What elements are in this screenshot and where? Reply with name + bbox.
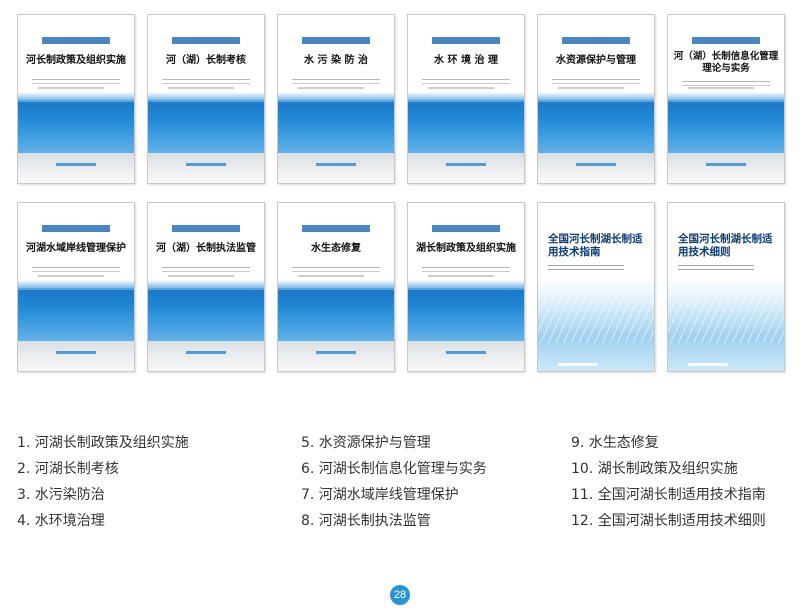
book-cover-title: 水生态修复	[311, 243, 361, 254]
cover-row-2: 河湖水域岸线管理保护 河（湖）长制执法监管 水生态修复 湖长制政策及组织实施 全…	[17, 202, 787, 372]
book-cover-title: 全国河长制湖长制适用技术指南	[548, 233, 643, 258]
book-cover-8: 河（湖）长制执法监管	[147, 202, 265, 372]
list-item: 2. 河湖长制考核	[17, 461, 119, 477]
book-cover-3: 水 污 染 防 治	[277, 14, 395, 184]
list-item: 1. 河湖长制政策及组织实施	[17, 435, 189, 451]
book-cover-12: 全国河长制湖长制适用技术细则	[667, 202, 785, 372]
book-cover-2: 河（湖）长制考核	[147, 14, 265, 184]
list-item: 11. 全国河湖长制适用技术指南	[571, 487, 766, 503]
book-cover-5: 水资源保护与管理	[537, 14, 655, 184]
list-item: 10. 湖长制政策及组织实施	[571, 461, 738, 477]
list-item: 3. 水污染防治	[17, 487, 105, 503]
book-cover-9: 水生态修复	[277, 202, 395, 372]
book-cover-4: 水 环 境 治 理	[407, 14, 525, 184]
cover-row-1: 河长制政策及组织实施 河（湖）长制考核 水 污 染 防 治 水 环 境 治 理 …	[17, 14, 787, 184]
book-cover-title: 河湖水域岸线管理保护	[26, 243, 126, 254]
book-cover-title: 水 污 染 防 治	[304, 55, 368, 66]
list-item: 5. 水资源保护与管理	[301, 435, 431, 451]
book-cover-title: 河（湖）长制信息化管理理论与实务	[673, 51, 779, 74]
list-item: 6. 河湖长制信息化管理与实务	[301, 461, 487, 477]
book-cover-grid: 河长制政策及组织实施 河（湖）长制考核 水 污 染 防 治 水 环 境 治 理 …	[17, 14, 787, 390]
book-cover-title: 河长制政策及组织实施	[26, 55, 126, 66]
book-cover-1: 河长制政策及组织实施	[17, 14, 135, 184]
book-cover-title: 水 环 境 治 理	[434, 55, 498, 66]
book-cover-6: 河（湖）长制信息化管理理论与实务	[667, 14, 785, 184]
book-cover-title: 湖长制政策及组织实施	[416, 243, 516, 254]
book-cover-title: 河（湖）长制考核	[166, 55, 246, 66]
book-cover-10: 湖长制政策及组织实施	[407, 202, 525, 372]
book-cover-11: 全国河长制湖长制适用技术指南	[537, 202, 655, 372]
book-title-list: 1. 河湖长制政策及组织实施 5. 水资源保护与管理 9. 水生态修复 2. 河…	[17, 433, 787, 531]
book-cover-title: 河（湖）长制执法监管	[156, 243, 256, 254]
page-number: 28	[390, 585, 410, 605]
list-item: 9. 水生态修复	[571, 435, 659, 451]
book-cover-title: 水资源保护与管理	[556, 55, 636, 66]
list-item: 4. 水环境治理	[17, 513, 105, 529]
book-cover-title: 全国河长制湖长制适用技术细则	[678, 233, 773, 258]
list-item: 8. 河湖长制执法监管	[301, 513, 431, 529]
list-item: 12. 全国河湖长制适用技术细则	[571, 513, 766, 529]
book-cover-7: 河湖水域岸线管理保护	[17, 202, 135, 372]
list-item: 7. 河湖水域岸线管理保护	[301, 487, 459, 503]
